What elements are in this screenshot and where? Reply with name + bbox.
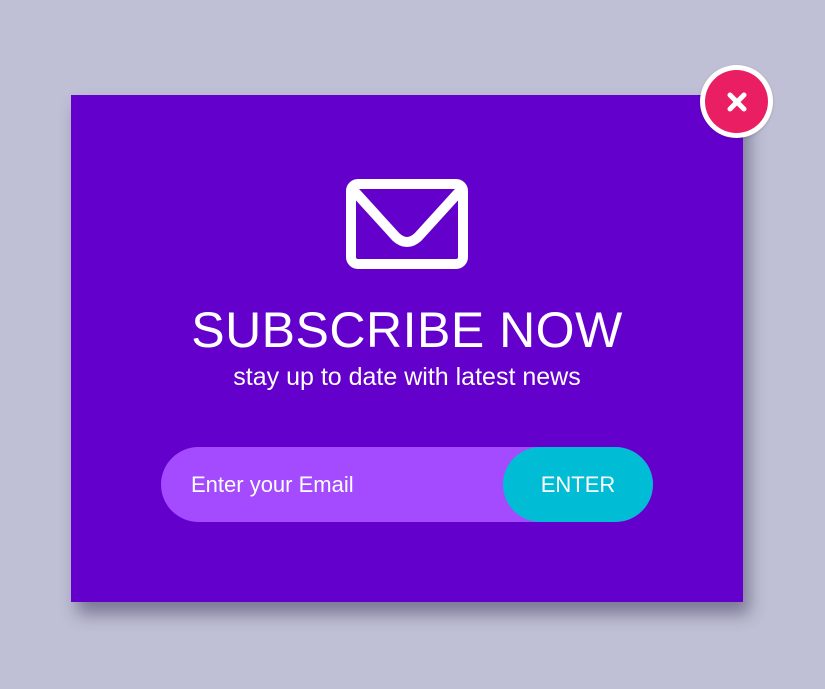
close-button[interactable] [700,65,773,138]
enter-button[interactable]: ENTER [503,447,653,522]
page: SUBSCRIBE NOW stay up to date with lates… [0,0,825,689]
modal-title: SUBSCRIBE NOW [191,302,623,358]
envelope-icon [346,179,468,269]
subscribe-modal: SUBSCRIBE NOW stay up to date with lates… [71,95,743,602]
email-input[interactable] [161,447,491,522]
close-button-circle [705,70,768,133]
modal-subtitle: stay up to date with latest news [233,363,581,391]
close-icon [727,92,746,111]
subscribe-form: ENTER [161,447,653,522]
